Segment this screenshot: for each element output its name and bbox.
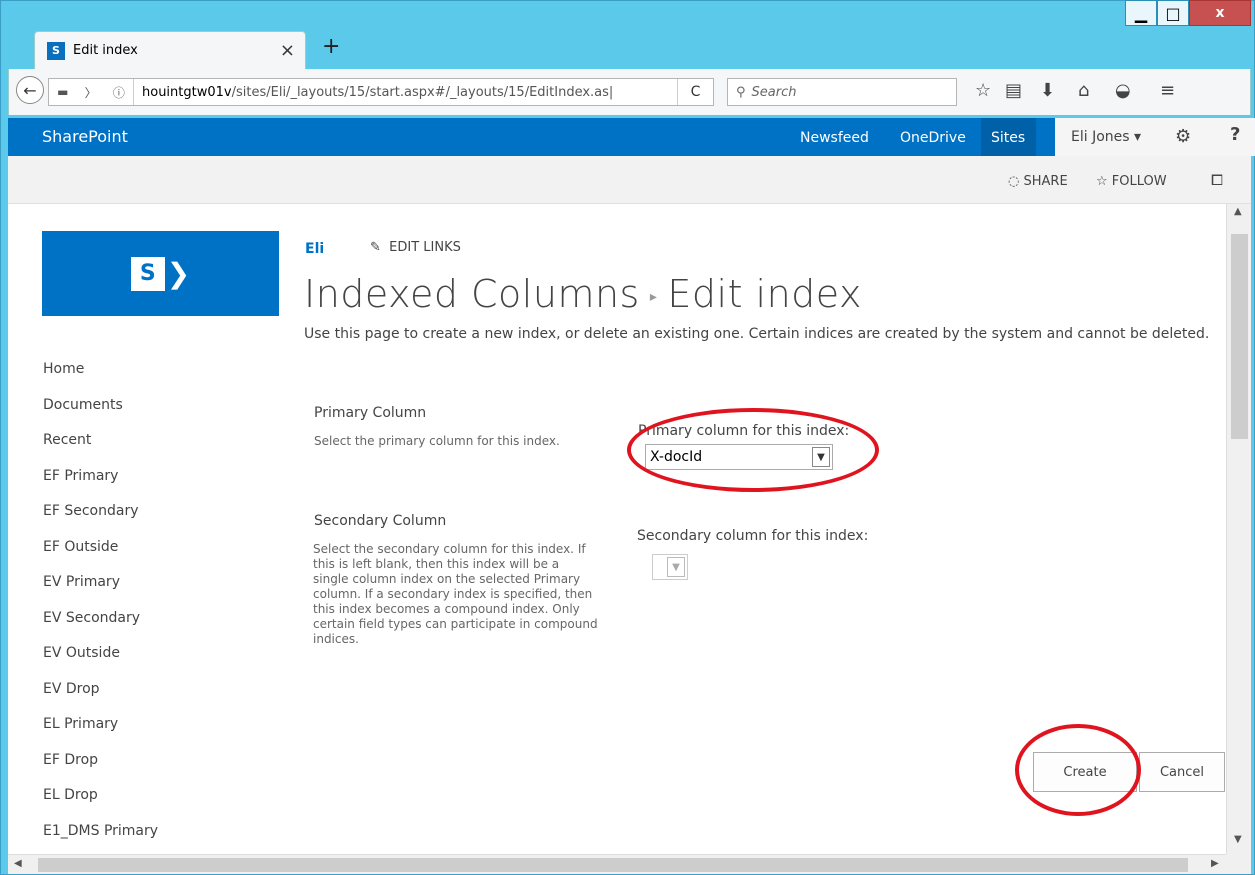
maximize-button[interactable]: □: [1157, 0, 1189, 26]
minimize-icon: ▁: [1134, 3, 1148, 23]
sharepoint-suite-bar: SharePoint Newsfeed OneDrive Sites Eli J…: [8, 118, 1255, 156]
minimize-button[interactable]: ▁: [1125, 0, 1157, 26]
horizontal-scroll-thumb[interactable]: [38, 858, 1188, 872]
reload-button[interactable]: C: [677, 79, 713, 105]
site-title-link[interactable]: Eli: [305, 241, 324, 257]
vertical-scroll-thumb[interactable]: [1231, 234, 1248, 439]
browser-tab[interactable]: S Edit index ×: [34, 31, 306, 69]
reload-icon: C: [690, 84, 701, 100]
star-icon[interactable]: ☆: [975, 80, 991, 101]
breadcrumb-parent[interactable]: Indexed Columns: [304, 272, 640, 316]
quicklaunch-item-ev-drop[interactable]: EV Drop: [43, 674, 158, 710]
ribbon-bar: ◌ SHARE ☆ FOLLOW ⧠: [8, 156, 1251, 204]
url-text[interactable]: houintgtw01v/sites/Eli/_layouts/15/start…: [134, 85, 679, 100]
back-button[interactable]: ←: [16, 76, 44, 104]
quicklaunch-item-ef-secondary[interactable]: EF Secondary: [43, 496, 158, 532]
page-title: Indexed Columns ▸ Edit index: [304, 272, 862, 316]
quicklaunch-item-recent[interactable]: Recent: [43, 425, 158, 461]
scrollbar-corner: [1226, 854, 1251, 874]
scroll-right-icon[interactable]: ▶: [1211, 858, 1219, 869]
url-host: houintgtw01v: [142, 84, 232, 100]
address-bar[interactable]: ▬ 〉 ⓘ houintgtw01v/sites/Eli/_layouts/15…: [48, 78, 714, 106]
share-label: SHARE: [1023, 174, 1068, 189]
site-logo[interactable]: S ❯: [42, 231, 279, 316]
secondary-column-label: Secondary column for this index:: [637, 528, 869, 544]
secondary-section-description: Select the secondary column for this ind…: [313, 542, 598, 646]
search-input[interactable]: ⚲ Search: [727, 78, 957, 106]
breadcrumb-separator-icon: ▸: [649, 288, 658, 305]
quicklaunch-item-el-primary[interactable]: EL Primary: [43, 709, 158, 745]
horizontal-scrollbar[interactable]: ◀ ▶: [8, 854, 1226, 874]
maximize-icon: □: [1165, 3, 1181, 23]
reading-list-icon[interactable]: ▤: [1005, 80, 1022, 101]
quicklaunch-item-home[interactable]: Home: [43, 354, 158, 390]
user-menu[interactable]: Eli Jones ▾: [1071, 129, 1141, 145]
scroll-left-icon[interactable]: ◀: [14, 858, 22, 869]
user-menu-area: Eli Jones ▾ ⚙ ?: [1055, 118, 1255, 156]
sharepoint-brand[interactable]: SharePoint: [42, 127, 128, 146]
secondary-column-select[interactable]: ▼: [652, 554, 688, 580]
info-icon[interactable]: ⓘ: [113, 84, 125, 101]
quicklaunch-item-ev-secondary[interactable]: EV Secondary: [43, 603, 158, 639]
gear-icon[interactable]: ⚙: [1175, 126, 1191, 147]
suite-link-newsfeed[interactable]: Newsfeed: [800, 130, 869, 146]
menu-icon[interactable]: ≡: [1160, 80, 1175, 101]
new-tab-button[interactable]: +: [322, 34, 340, 59]
download-icon[interactable]: ⬇: [1040, 80, 1055, 101]
edit-links-button[interactable]: ✎ EDIT LINKS: [370, 240, 461, 255]
tab-close-icon[interactable]: ×: [280, 40, 295, 61]
quicklaunch-item-ev-outside[interactable]: EV Outside: [43, 638, 158, 674]
chevron-down-icon: ▼: [667, 557, 685, 577]
tab-title: Edit index: [73, 43, 138, 58]
search-icon: ⚲: [736, 84, 746, 100]
page-description: Use this page to create a new index, or …: [304, 326, 1210, 342]
pocket-icon[interactable]: ◒: [1115, 80, 1131, 101]
quicklaunch-item-e1-dms-primary[interactable]: E1_DMS Primary: [43, 816, 158, 852]
quicklaunch-item-documents[interactable]: Documents: [43, 390, 158, 426]
primary-section-description: Select the primary column for this index…: [314, 434, 560, 448]
follow-star-icon: ☆: [1096, 174, 1108, 189]
pencil-icon: ✎: [370, 240, 381, 255]
vertical-scrollbar[interactable]: ▲ ▼: [1226, 204, 1251, 854]
breadcrumb-current: Edit index: [667, 272, 863, 316]
share-icon: ◌: [1008, 174, 1020, 189]
search-placeholder: Search: [751, 84, 797, 100]
follow-label: FOLLOW: [1111, 174, 1167, 189]
close-icon: x: [1215, 5, 1225, 21]
logo-mark-icon: ❯: [166, 257, 191, 290]
chevron-right-icon: 〉: [84, 85, 97, 100]
quicklaunch-item-ef-outside[interactable]: EF Outside: [43, 532, 158, 568]
quicklaunch-item-ef-primary[interactable]: EF Primary: [43, 461, 158, 497]
edit-links-label: EDIT LINKS: [389, 240, 461, 255]
sharepoint-logo-icon: S: [130, 256, 165, 291]
cancel-button[interactable]: Cancel: [1139, 752, 1225, 792]
focus-on-content-icon[interactable]: ⧠: [1211, 171, 1223, 189]
quicklaunch-item-ef-drop[interactable]: EF Drop: [43, 745, 158, 781]
suite-link-sites[interactable]: Sites: [991, 130, 1025, 146]
site-info-icon[interactable]: ▬: [57, 85, 68, 99]
annotation-circle-primary: [627, 408, 879, 492]
url-identity-icons: ▬ 〉 ⓘ: [49, 79, 134, 105]
quicklaunch-item-el-drop[interactable]: EL Drop: [43, 780, 158, 816]
suite-link-onedrive[interactable]: OneDrive: [900, 130, 966, 146]
quicklaunch-item-ev-primary[interactable]: EV Primary: [43, 567, 158, 603]
share-button[interactable]: ◌ SHARE: [1008, 174, 1068, 189]
secondary-section-title: Secondary Column: [314, 513, 447, 529]
annotation-circle-create: [1015, 724, 1141, 816]
scroll-down-icon[interactable]: ▼: [1234, 834, 1242, 845]
quick-launch-nav: Home Documents Recent EF Primary EF Seco…: [43, 354, 158, 851]
help-icon[interactable]: ?: [1230, 124, 1240, 145]
primary-section-title: Primary Column: [314, 405, 427, 421]
page-content: S ❯ Eli ✎ EDIT LINKS Indexed Columns ▸ Edi…: [8, 204, 1226, 854]
follow-button[interactable]: ☆ FOLLOW: [1096, 174, 1167, 189]
close-window-button[interactable]: x: [1189, 0, 1251, 26]
url-path: /sites/Eli/_layouts/15/start.aspx#/_layo…: [231, 84, 614, 100]
home-icon[interactable]: ⌂: [1078, 80, 1089, 101]
scroll-up-icon[interactable]: ▲: [1234, 206, 1242, 217]
sharepoint-favicon-icon: S: [47, 41, 65, 60]
